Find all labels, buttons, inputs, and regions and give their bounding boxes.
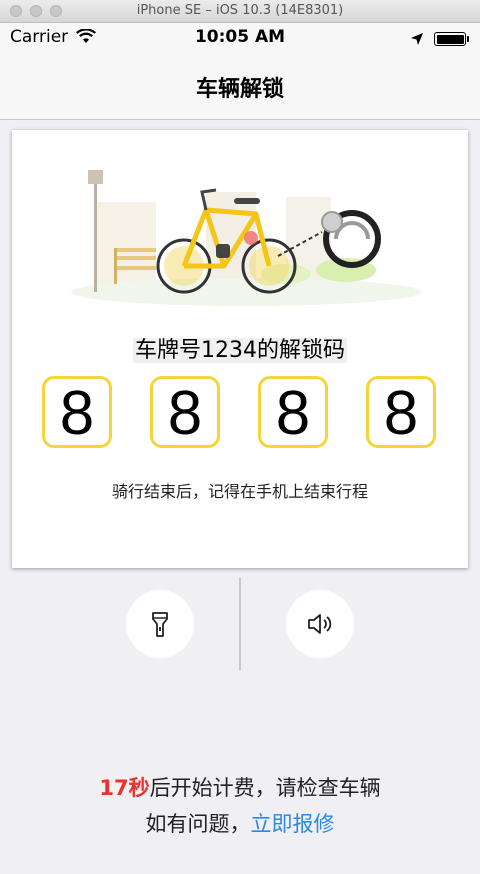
problem-line: 如有问题，立即报修 — [0, 808, 480, 838]
unlock-code: 8 8 8 8 — [42, 376, 438, 452]
sound-button[interactable] — [286, 590, 354, 658]
countdown-message: 后开始计费，请检查车辆 — [149, 776, 381, 800]
simulator-title-bar: iPhone SE – iOS 10.3 (14E8301) — [0, 0, 480, 23]
bike-illustration — [71, 170, 421, 306]
report-repair-link[interactable]: 立即报修 — [251, 812, 335, 836]
billing-countdown: 17秒后开始计费，请检查车辆 — [0, 772, 480, 802]
location-arrow-icon — [410, 31, 424, 50]
status-bar: Carrier 10:05 AM — [0, 23, 480, 53]
unlock-card: 车牌号1234的解锁码 8 8 8 8 骑行结束后，记得在手机上结束行程 — [12, 130, 468, 568]
navigation-bar: 车辆解锁 — [0, 53, 480, 120]
code-digit-2: 8 — [150, 376, 220, 448]
end-trip-hint: 骑行结束后，记得在手机上结束行程 — [111, 482, 368, 501]
countdown-seconds: 17秒 — [99, 776, 150, 800]
speaker-icon — [308, 614, 332, 634]
action-divider — [239, 578, 241, 670]
code-digit-1: 8 — [42, 376, 112, 448]
page-title: 车辆解锁 — [195, 77, 284, 102]
battery-icon — [434, 32, 466, 46]
simulator-title: iPhone SE – iOS 10.3 (14E8301) — [136, 3, 344, 18]
code-digit-4: 8 — [366, 376, 436, 448]
flashlight-button[interactable] — [126, 590, 194, 658]
status-time: 10:05 AM — [194, 27, 286, 47]
plate-unlock-label: 车牌号1234的解锁码 — [133, 338, 347, 363]
flashlight-icon — [152, 612, 168, 637]
code-digit-3: 8 — [258, 376, 328, 448]
problem-text: 如有问题， — [145, 812, 251, 836]
battery-cap — [467, 36, 469, 42]
